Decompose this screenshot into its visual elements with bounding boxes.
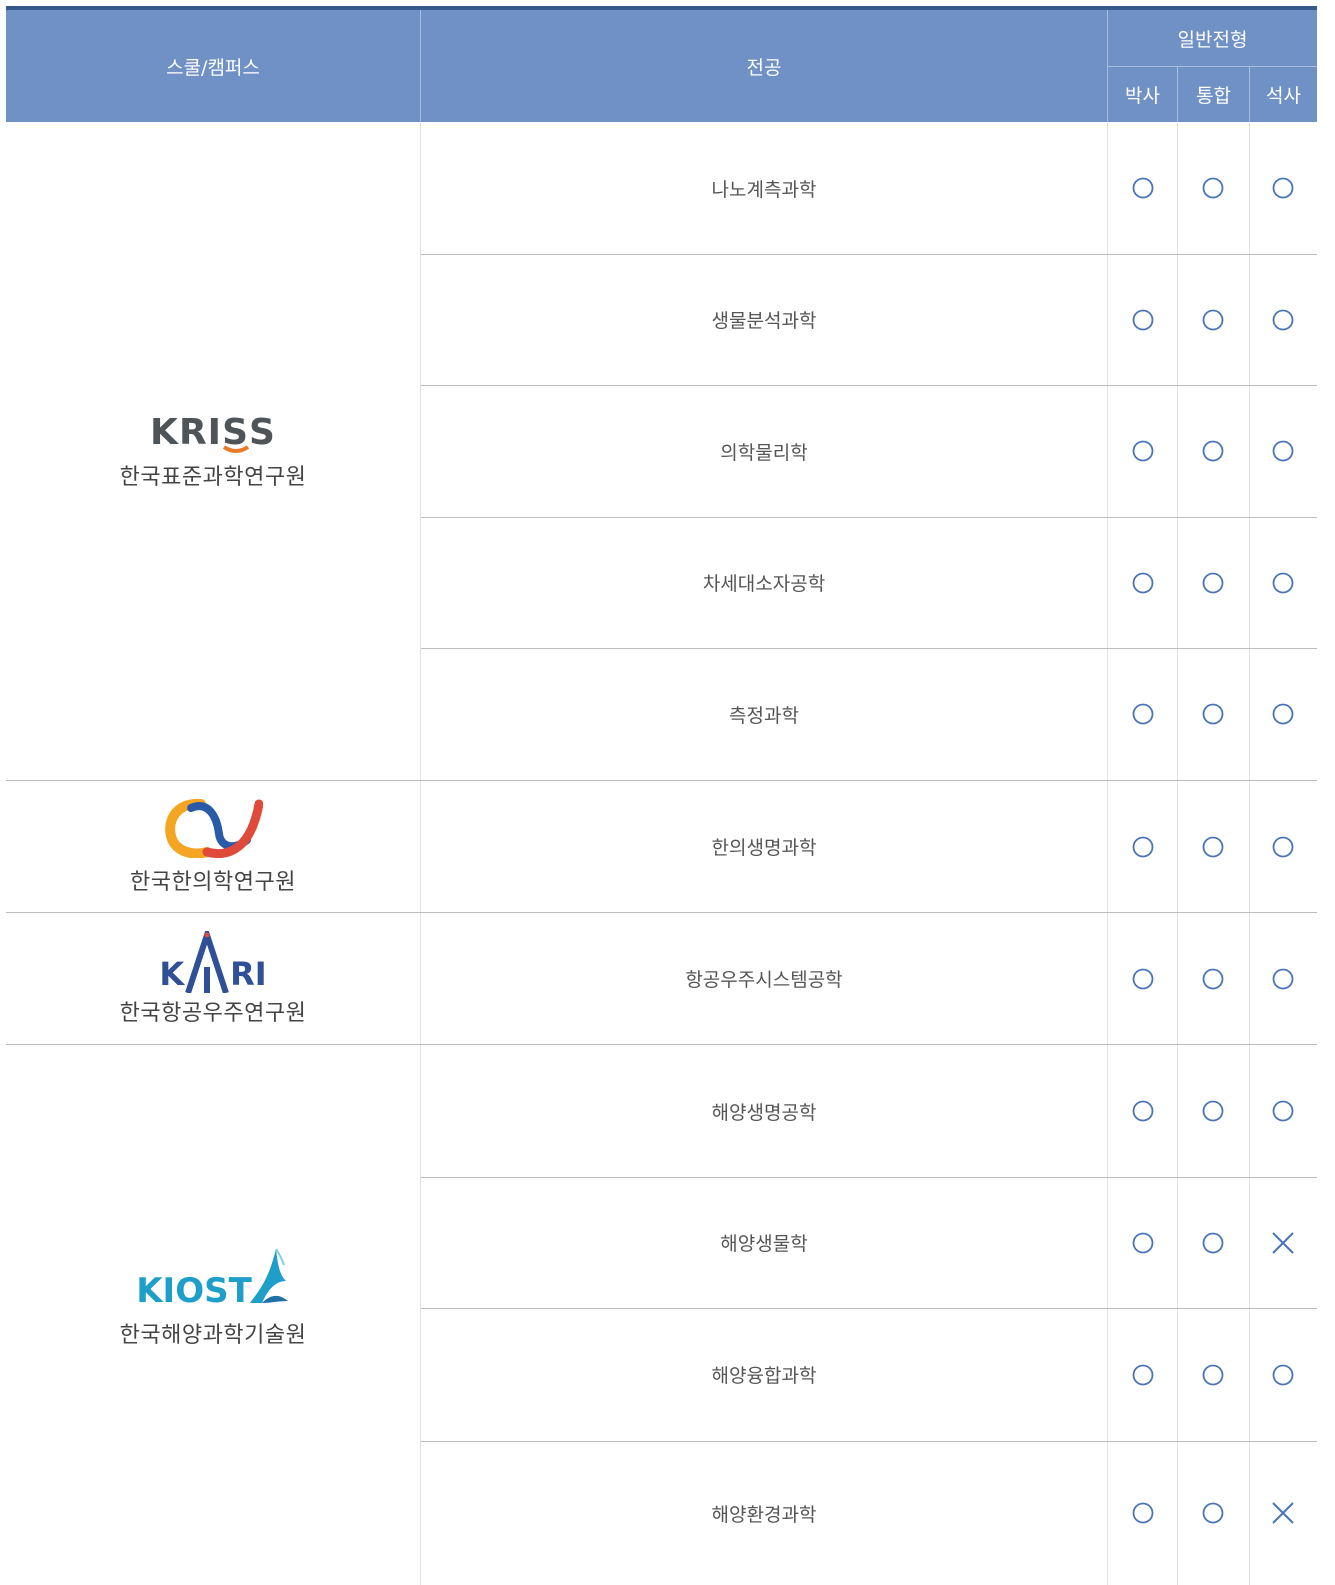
not-available-x-icon [1248, 1441, 1318, 1585]
available-circle-icon [1248, 385, 1318, 517]
available-circle-icon [1108, 1045, 1178, 1177]
available-circle-icon [1108, 517, 1178, 648]
kriss-logo: KRI S S [150, 411, 276, 453]
available-circle-icon [1178, 1308, 1248, 1441]
header-divider [420, 10, 421, 122]
major-name: 해양생물학 [720, 1233, 808, 1255]
available-circle-icon [1178, 1045, 1248, 1177]
header-admission-group: 일반전형 [1108, 10, 1317, 66]
campus-cell-kari: K RI 한국항공우주연구원 [6, 913, 420, 1044]
kari-logo: K RI [159, 930, 267, 993]
header-col-masters: 석사 [1250, 67, 1317, 122]
header-col-integrated-label: 통합 [1196, 85, 1231, 107]
available-circle-icon [1178, 648, 1248, 780]
header-col-integrated: 통합 [1178, 67, 1249, 122]
available-circle-icon [1248, 1308, 1318, 1441]
header-divider [1249, 67, 1250, 122]
header-divider [1108, 66, 1317, 67]
major-name: 해양생명공학 [711, 1101, 817, 1124]
available-circle-icon [1248, 254, 1318, 385]
available-circle-icon [1178, 781, 1248, 912]
kiost-logo: KIOST [136, 1241, 290, 1311]
available-circle-icon [1108, 254, 1178, 385]
major-name: 나노계측과학 [711, 178, 817, 201]
kari-rocket-icon [185, 930, 229, 993]
header-major-label: 전공 [746, 56, 782, 79]
kiost-whale-tail-icon [249, 1248, 288, 1303]
available-circle-icon [1248, 517, 1318, 648]
available-circle-icon [1178, 517, 1248, 648]
available-circle-icon [1108, 385, 1178, 517]
available-circle-icon [1248, 122, 1318, 254]
available-circle-icon [1248, 1045, 1318, 1177]
major-name: 생물분석과학 [711, 310, 817, 332]
major-name: 해양환경과학 [711, 1503, 817, 1526]
available-circle-icon [1178, 1177, 1248, 1308]
campus-cell-kriss: KRI S S 한국표준과학연구원 [6, 122, 420, 780]
header-divider [1177, 67, 1178, 122]
available-circle-icon [1108, 1177, 1178, 1308]
not-available-x-icon [1248, 1177, 1318, 1308]
major-name: 항공우주시스템공학 [685, 969, 843, 991]
available-circle-icon [1178, 254, 1248, 385]
campus-name: 한국해양과학기술원 [119, 1323, 307, 1348]
header-col-masters-label: 석사 [1266, 85, 1301, 107]
available-circle-icon [1178, 122, 1248, 254]
available-circle-icon [1108, 122, 1178, 254]
available-circle-icon [1248, 648, 1318, 780]
major-name: 의학물리학 [720, 441, 808, 464]
kiom-logo-icon [165, 798, 263, 858]
available-circle-icon [1108, 1441, 1178, 1585]
available-circle-icon [1108, 913, 1178, 1044]
campus-cell-kiost: KIOST 한국해양과학기술원 [6, 1045, 420, 1585]
header-admission-group-label: 일반전형 [1177, 28, 1248, 51]
header-campus-label: 스쿨/캠퍼스 [166, 56, 260, 79]
available-circle-icon [1108, 781, 1178, 912]
header-campus: 스쿨/캠퍼스 [6, 10, 420, 122]
header-col-phd-label: 박사 [1125, 85, 1160, 107]
campus-name: 한국항공우주연구원 [119, 1000, 307, 1026]
available-circle-icon [1248, 913, 1318, 1044]
available-circle-icon [1248, 781, 1318, 912]
available-circle-icon [1178, 913, 1248, 1044]
available-circle-icon [1108, 648, 1178, 780]
campus-name: 한국표준과학연구원 [119, 464, 307, 490]
major-name: 차세대소자공학 [702, 573, 826, 595]
major-name: 한의생명과학 [711, 837, 817, 859]
kriss-swoosh-icon [222, 444, 250, 453]
available-circle-icon [1178, 1441, 1248, 1585]
major-name: 측정과학 [729, 704, 799, 727]
header-col-phd: 박사 [1108, 67, 1177, 122]
campus-name: 한국한의학연구원 [130, 869, 296, 895]
major-name: 해양융합과학 [711, 1365, 817, 1387]
available-circle-icon [1178, 385, 1248, 517]
header-major: 전공 [421, 10, 1107, 122]
campus-cell-kiom: 한국한의학연구원 [6, 781, 420, 912]
available-circle-icon [1108, 1308, 1178, 1441]
